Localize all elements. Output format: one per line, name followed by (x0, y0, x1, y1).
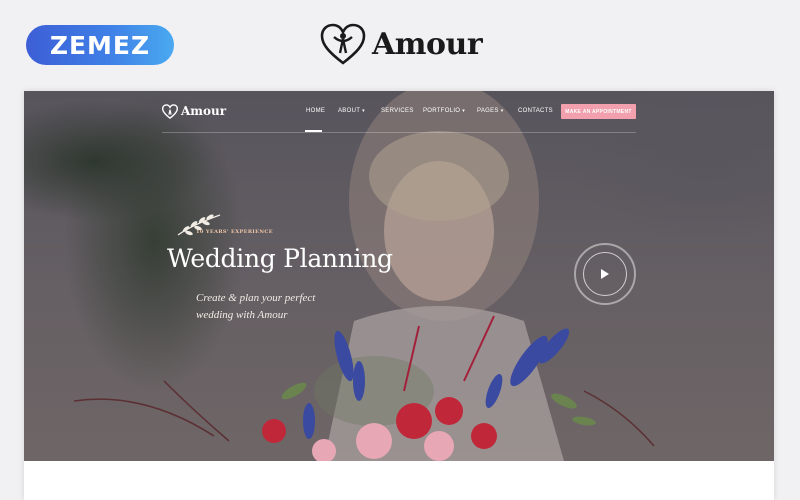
nav-item-about[interactable]: ABOUT ▾ (338, 108, 365, 114)
template-preview: Amour HOME ABOUT ▾ SERVICES PORTFOLIO ▾ PA… (24, 91, 774, 500)
bouquet-illustration (73, 315, 655, 461)
heart-logo-icon (162, 103, 178, 119)
video-play-button[interactable] (574, 243, 636, 305)
nav-logo-text: Amour (181, 104, 227, 118)
nav-item-home[interactable]: HOME (306, 108, 325, 114)
chevron-down-icon: ▾ (500, 108, 504, 114)
chevron-down-icon: ▾ (362, 108, 365, 114)
preview-navbar: Amour HOME ABOUT ▾ SERVICES PORTFOLIO ▾ PA… (24, 91, 774, 133)
make-appointment-button[interactable]: MAKE AN APPOINTMENT (561, 104, 636, 119)
nav-item-about-label: ABOUT (338, 108, 361, 114)
nav-item-portfolio[interactable]: PORTFOLIO ▾ (423, 108, 465, 114)
chevron-down-icon: ▾ (462, 108, 466, 114)
nav-item-pages[interactable]: PAGES ▾ (477, 108, 504, 114)
hero-subtitle-line: wedding with Amour (196, 309, 288, 321)
amour-brand: Amour (320, 22, 483, 66)
play-button-inner-ring (583, 252, 627, 296)
hero-subtitle: Create & plan your perfect wedding with … (196, 290, 366, 324)
nav-item-contacts[interactable]: CONTACTS (518, 108, 553, 114)
experience-badge: 10 YEARS' EXPERIENCE (196, 229, 273, 235)
nav-logo[interactable]: Amour (162, 101, 226, 121)
nav-item-services[interactable]: SERVICES (381, 108, 414, 114)
nav-item-pages-label: PAGES (477, 108, 499, 114)
nav-item-portfolio-label: PORTFOLIO (423, 108, 461, 114)
brand-name: Amour (372, 26, 483, 62)
play-icon (601, 269, 609, 279)
hero-title: Wedding Planning (167, 244, 393, 273)
hero-section: Amour HOME ABOUT ▾ SERVICES PORTFOLIO ▾ PA… (24, 91, 774, 461)
zemez-logo[interactable]: ZEMEZ (26, 25, 174, 65)
zemez-logo-text: ZEMEZ (49, 30, 151, 60)
heart-logo-icon (320, 23, 366, 65)
hero-subtitle-line: Create & plan your perfect (196, 292, 316, 304)
nav-divider (162, 132, 636, 133)
